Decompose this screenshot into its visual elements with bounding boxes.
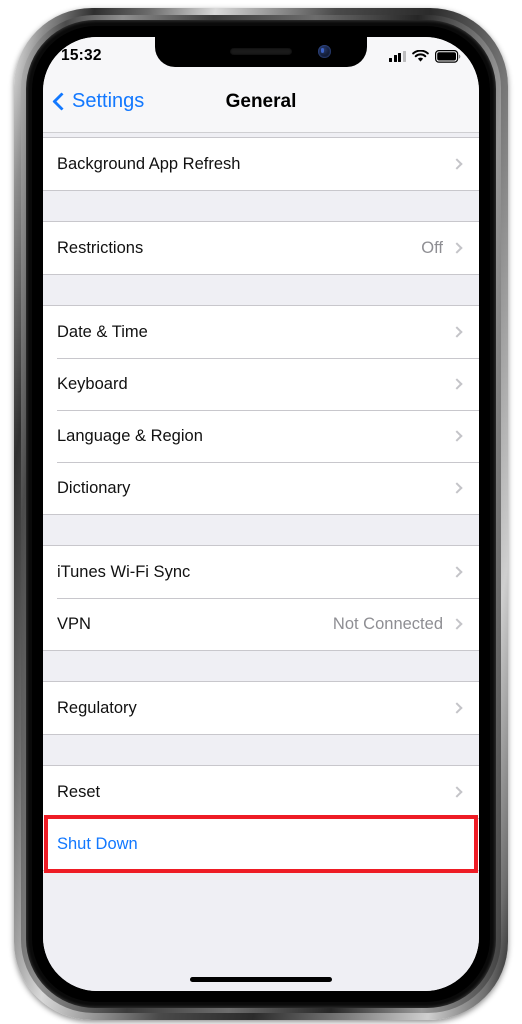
settings-row-shut-down[interactable]: Shut Down bbox=[43, 818, 479, 870]
back-button-label: Settings bbox=[72, 90, 145, 112]
status-bar-time: 15:32 bbox=[61, 47, 102, 64]
settings-group: iTunes Wi-Fi Sync VPN Not Connected bbox=[43, 545, 479, 651]
display-notch bbox=[155, 37, 367, 67]
settings-group: Background App Refresh bbox=[43, 137, 479, 191]
settings-group: Reset Shut Down bbox=[43, 765, 479, 871]
settings-row-keyboard[interactable]: Keyboard bbox=[43, 358, 479, 410]
chevron-right-icon bbox=[451, 242, 463, 254]
chevron-right-icon bbox=[451, 702, 463, 714]
settings-row-label: Date & Time bbox=[57, 322, 148, 341]
earpiece-speaker-icon bbox=[230, 48, 292, 55]
settings-row-dictionary[interactable]: Dictionary bbox=[43, 462, 479, 514]
settings-list[interactable]: Background App Refresh Restrictions Off Dat… bbox=[43, 133, 479, 991]
settings-row-value: Off bbox=[421, 238, 443, 257]
settings-row-itunes-wi-fi-sync[interactable]: iTunes Wi-Fi Sync bbox=[43, 546, 479, 598]
settings-row-date-time[interactable]: Date & Time bbox=[43, 306, 479, 358]
settings-row-label: Background App Refresh bbox=[57, 154, 241, 173]
chevron-right-icon bbox=[451, 158, 463, 170]
chevron-right-icon bbox=[451, 378, 463, 390]
settings-row-label: Shut Down bbox=[57, 834, 138, 853]
chevron-left-icon bbox=[52, 92, 71, 111]
settings-row-value: Not Connected bbox=[332, 614, 443, 633]
settings-row-restrictions[interactable]: Restrictions Off bbox=[43, 222, 479, 274]
chevron-right-icon bbox=[451, 430, 463, 442]
settings-row-label: Reset bbox=[57, 782, 101, 801]
settings-row-language-region[interactable]: Language & Region bbox=[43, 410, 479, 462]
settings-row-background-app-refresh[interactable]: Background App Refresh bbox=[43, 138, 479, 190]
navigation-bar: Settings General bbox=[43, 71, 479, 133]
back-button[interactable]: Settings bbox=[43, 90, 144, 113]
settings-row-label: Keyboard bbox=[57, 374, 128, 393]
settings-row-vpn[interactable]: VPN Not Connected bbox=[43, 598, 479, 650]
battery-icon bbox=[435, 49, 461, 63]
settings-row-label: Dictionary bbox=[57, 478, 131, 497]
settings-row-regulatory[interactable]: Regulatory bbox=[43, 682, 479, 734]
settings-group-gap bbox=[43, 191, 479, 221]
settings-group: Regulatory bbox=[43, 681, 479, 735]
settings-row-label: VPN bbox=[57, 614, 91, 633]
settings-group-gap bbox=[43, 735, 479, 765]
cellular-signal-icon bbox=[389, 50, 406, 62]
settings-group-gap bbox=[43, 275, 479, 305]
home-indicator[interactable] bbox=[190, 977, 332, 982]
chevron-right-icon bbox=[451, 326, 463, 338]
front-camera-icon bbox=[318, 45, 331, 58]
phone-screen: 15:32 Settings General Background App Re… bbox=[43, 37, 479, 991]
settings-group: Restrictions Off bbox=[43, 221, 479, 275]
status-bar-indicators bbox=[389, 49, 461, 63]
settings-row-label: iTunes Wi-Fi Sync bbox=[57, 562, 191, 581]
settings-row-label: Restrictions bbox=[57, 238, 144, 257]
wifi-icon bbox=[412, 49, 429, 62]
chevron-right-icon bbox=[451, 786, 463, 798]
settings-row-label: Language & Region bbox=[57, 426, 203, 445]
chevron-right-icon bbox=[451, 482, 463, 494]
settings-group-gap bbox=[43, 515, 479, 545]
settings-group: Date & Time Keyboard Language & Region Dict… bbox=[43, 305, 479, 515]
settings-group-gap bbox=[43, 651, 479, 681]
chevron-right-icon bbox=[451, 566, 463, 578]
chevron-right-icon bbox=[451, 618, 463, 630]
settings-row-label: Regulatory bbox=[57, 698, 137, 717]
settings-row-reset[interactable]: Reset bbox=[43, 766, 479, 818]
screenshot-stage: 15:32 Settings General Background App Re… bbox=[0, 0, 522, 1024]
